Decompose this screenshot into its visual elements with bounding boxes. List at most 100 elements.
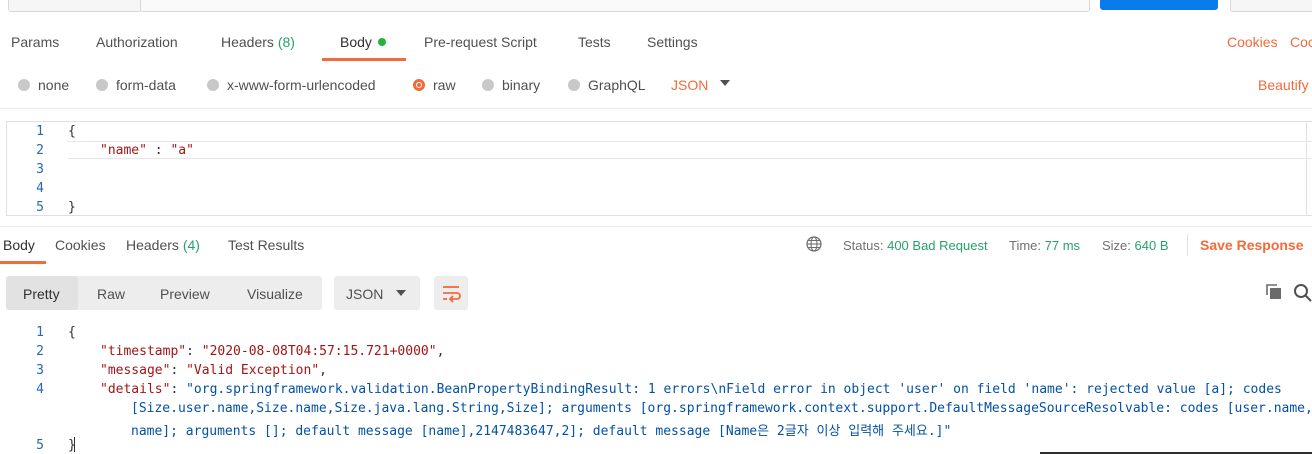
request-body-editor[interactable] bbox=[6, 121, 1312, 216]
radio-form-data[interactable]: form-data bbox=[96, 77, 176, 93]
method-select[interactable] bbox=[8, 0, 142, 12]
text-cursor bbox=[74, 437, 75, 452]
code-brace: { bbox=[68, 325, 76, 340]
view-raw-button[interactable]: Raw bbox=[97, 286, 125, 302]
code-line-wrapped: name]; arguments []; default message [na… bbox=[131, 424, 952, 439]
line-number: 3 bbox=[36, 363, 44, 378]
chevron-down-icon[interactable] bbox=[720, 80, 730, 86]
json-value: "Valid Exception" bbox=[186, 363, 320, 378]
code-line: "timestamp": "2020-08-08T04:57:15.721+00… bbox=[100, 344, 445, 359]
time-value: 77 ms bbox=[1044, 238, 1081, 253]
chevron-down-icon bbox=[396, 290, 406, 296]
radio-binary[interactable]: binary bbox=[482, 77, 540, 93]
tab-headers[interactable]: Headers (8) bbox=[221, 34, 295, 50]
json-value: "a" bbox=[170, 143, 194, 158]
radio-urlencoded-label: x-www-form-urlencoded bbox=[227, 77, 376, 93]
radio-form-data-icon bbox=[96, 79, 108, 92]
json-key: "details" bbox=[100, 382, 171, 397]
response-tab-body[interactable]: Body bbox=[3, 237, 35, 253]
tab-settings[interactable]: Settings bbox=[647, 34, 698, 50]
line-number: 4 bbox=[36, 382, 44, 397]
modified-dot-icon bbox=[377, 38, 386, 47]
line-number: 4 bbox=[36, 181, 44, 196]
view-pretty-button[interactable]: Pretty bbox=[23, 286, 60, 302]
line-number: 5 bbox=[36, 200, 44, 215]
radio-raw[interactable]: raw bbox=[413, 77, 456, 93]
response-tab-test-results[interactable]: Test Results bbox=[228, 237, 304, 253]
json-colon: : bbox=[146, 143, 171, 158]
time-label: Time: bbox=[1009, 238, 1042, 253]
radio-binary-label: binary bbox=[502, 77, 541, 93]
wrap-lines-button[interactable] bbox=[434, 276, 468, 310]
line-number: 5 bbox=[36, 438, 44, 453]
url-input[interactable] bbox=[140, 0, 1090, 12]
status-label: Status: bbox=[843, 238, 884, 253]
response-tab-cookies[interactable]: Cookies bbox=[55, 237, 106, 253]
line-number: 1 bbox=[36, 325, 44, 340]
active-line-highlight bbox=[68, 141, 1312, 159]
line-number: 2 bbox=[36, 143, 44, 158]
radio-graphql[interactable]: GraphQL bbox=[568, 77, 646, 93]
view-visualize-button[interactable]: Visualize bbox=[247, 286, 303, 302]
editor-scrollbar[interactable] bbox=[1306, 121, 1312, 216]
status-value: 400 Bad Request bbox=[887, 238, 988, 253]
globe-icon[interactable] bbox=[806, 236, 822, 252]
line-number: 1 bbox=[36, 124, 44, 139]
wrap-lines-icon bbox=[443, 286, 461, 303]
response-size[interactable]: Size: 640 B bbox=[1102, 238, 1169, 253]
line-number: 2 bbox=[36, 344, 44, 359]
radio-none[interactable]: none bbox=[18, 77, 69, 93]
json-key: "name" bbox=[100, 143, 147, 158]
line-number: 3 bbox=[36, 162, 44, 177]
size-value: 640 B bbox=[1134, 238, 1169, 253]
tab-headers-count: (8) bbox=[277, 34, 295, 50]
request-url-bar bbox=[0, 0, 1312, 12]
code-line: "message": "Valid Exception", bbox=[100, 363, 327, 378]
code-line: "name" : "a" bbox=[100, 143, 194, 158]
tab-params[interactable]: Params bbox=[11, 34, 59, 50]
divider bbox=[0, 108, 1312, 109]
json-value: "org.springframework.validation.BeanProp… bbox=[186, 382, 1282, 397]
response-format-label: JSON bbox=[346, 286, 384, 302]
tab-authorization[interactable]: Authorization bbox=[96, 34, 178, 50]
radio-raw-label: raw bbox=[433, 77, 456, 93]
view-preview-button[interactable]: Preview bbox=[160, 286, 210, 302]
radio-raw-icon bbox=[413, 79, 425, 92]
tab-body[interactable]: Body bbox=[340, 34, 386, 50]
radio-graphql-icon bbox=[568, 79, 580, 92]
radio-urlencoded-icon bbox=[207, 79, 219, 92]
code-line-wrapped: [Size.user.name,Size.name,Size.java.lang… bbox=[131, 401, 1312, 416]
tab-pre-request-script[interactable]: Pre-request Script bbox=[424, 34, 537, 50]
send-button[interactable] bbox=[1100, 0, 1218, 10]
code-link[interactable]: Coc bbox=[1290, 34, 1312, 50]
active-tab-indicator bbox=[322, 58, 406, 61]
tab-body-label: Body bbox=[340, 34, 372, 50]
beautify-link[interactable]: Beautify bbox=[1258, 77, 1309, 93]
radio-binary-icon bbox=[482, 79, 494, 92]
json-value: "2020-08-08T04:57:15.721+0000" bbox=[201, 344, 437, 359]
search-icon[interactable] bbox=[1293, 283, 1312, 302]
response-tab-headers[interactable]: Headers (4) bbox=[126, 237, 200, 253]
divider bbox=[1187, 234, 1188, 256]
response-time[interactable]: Time: 77 ms bbox=[1009, 238, 1080, 253]
code-brace: } bbox=[68, 200, 76, 215]
response-status[interactable]: Status: 400 Bad Request bbox=[843, 238, 988, 253]
active-tab-indicator bbox=[0, 261, 46, 264]
code-line: "details": "org.springframework.validati… bbox=[100, 382, 1282, 397]
code-brace: { bbox=[68, 124, 76, 139]
response-tab-headers-label: Headers bbox=[126, 237, 179, 253]
size-label: Size: bbox=[1102, 238, 1131, 253]
copy-icon[interactable] bbox=[1265, 283, 1283, 301]
radio-graphql-label: GraphQL bbox=[588, 77, 646, 93]
body-format-select[interactable]: JSON bbox=[671, 77, 708, 93]
response-tab-headers-count: (4) bbox=[182, 237, 200, 253]
json-key: "timestamp" bbox=[100, 344, 187, 359]
divider bbox=[0, 226, 1312, 227]
json-key: "message" bbox=[100, 363, 171, 378]
tab-headers-label: Headers bbox=[221, 34, 274, 50]
radio-urlencoded[interactable]: x-www-form-urlencoded bbox=[207, 77, 376, 93]
save-response-button[interactable]: Save Response bbox=[1200, 237, 1304, 253]
tab-tests[interactable]: Tests bbox=[578, 34, 611, 50]
cookies-link[interactable]: Cookies bbox=[1227, 34, 1278, 50]
save-button[interactable] bbox=[1230, 0, 1312, 12]
